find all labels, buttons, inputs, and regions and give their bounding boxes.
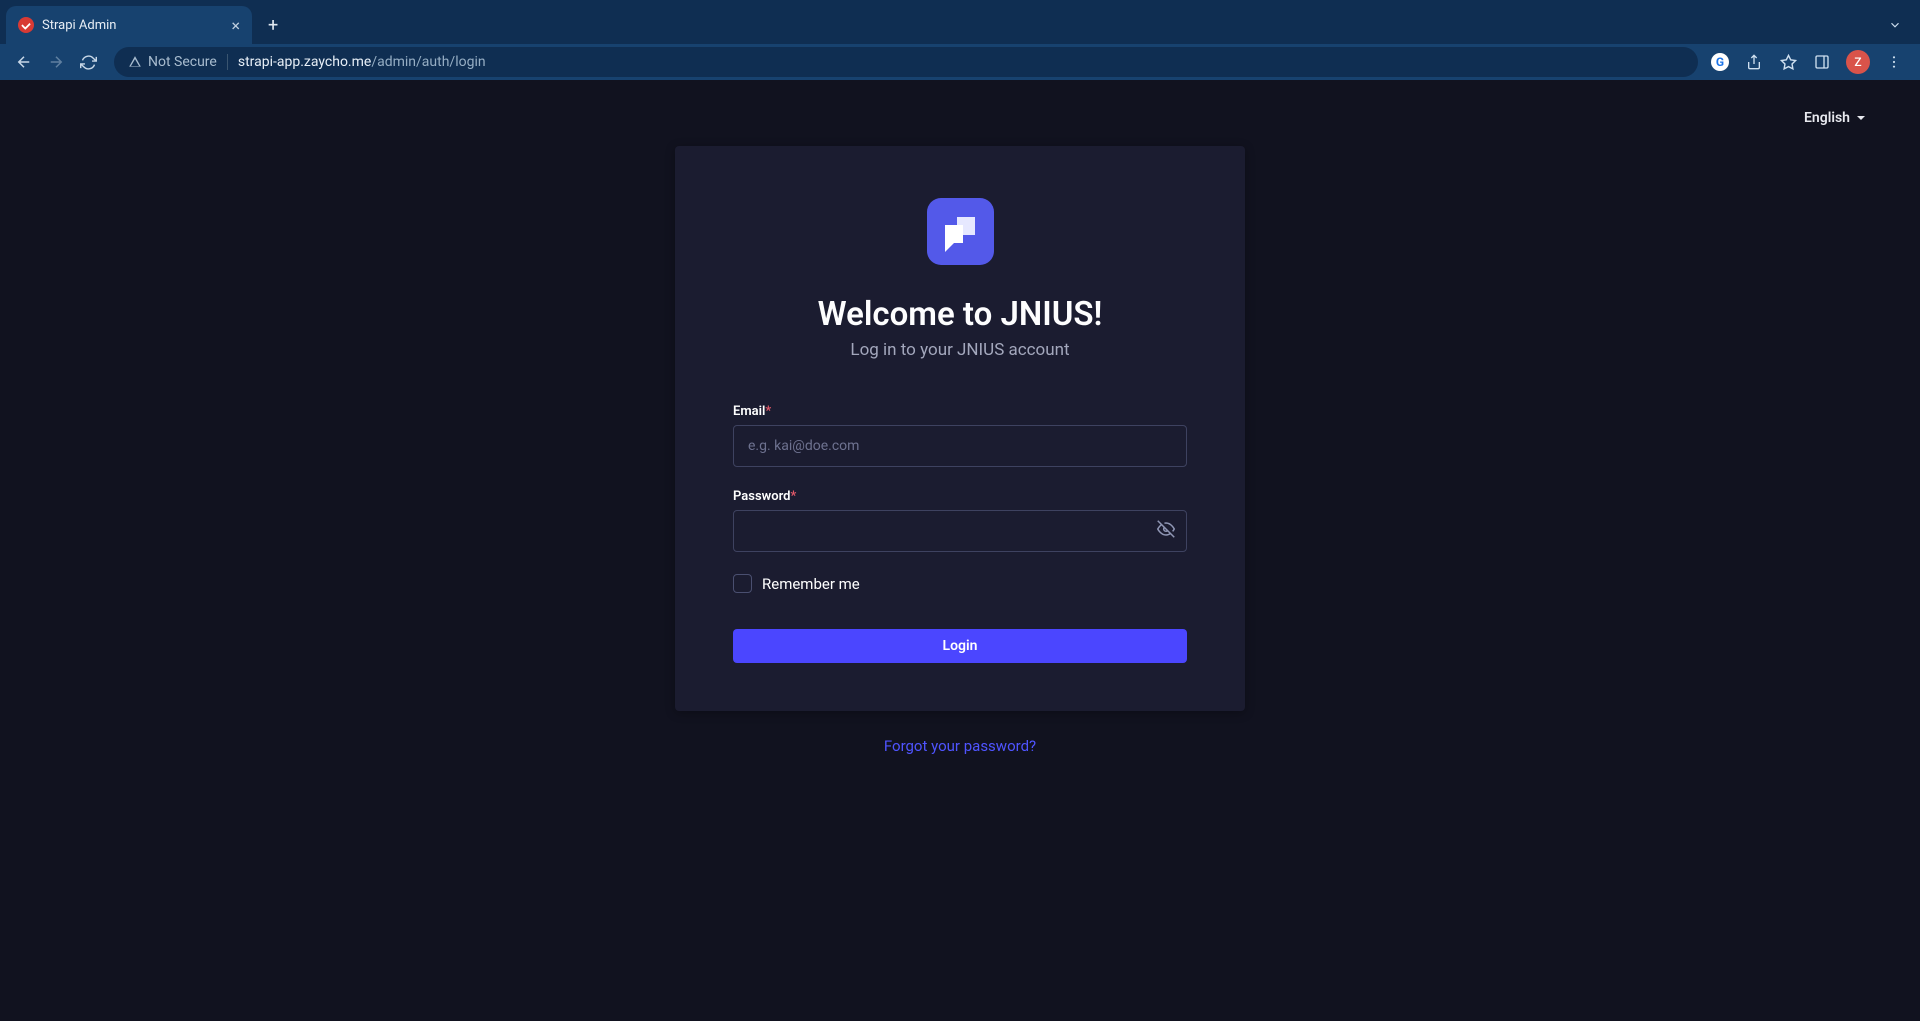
reload-button[interactable] [74, 48, 102, 76]
remember-label: Remember me [762, 575, 860, 593]
email-label: Email* [733, 404, 1187, 419]
close-icon[interactable]: × [231, 16, 240, 35]
new-tab-button[interactable]: + [252, 6, 294, 44]
chevron-down-icon [1856, 113, 1866, 123]
strapi-logo-icon [927, 198, 994, 265]
email-group: Email* [733, 404, 1187, 467]
language-selector[interactable]: English [1804, 110, 1866, 126]
eye-off-icon[interactable] [1157, 520, 1175, 542]
remember-checkbox[interactable] [733, 574, 752, 593]
side-panel-icon[interactable] [1812, 52, 1832, 72]
tab-bar: Strapi Admin × + [0, 0, 1920, 44]
forgot-password-link[interactable]: Forgot your password? [0, 737, 1920, 755]
security-indicator[interactable]: Not Secure [128, 54, 228, 70]
language-label: English [1804, 110, 1850, 126]
app-viewport: English Welcome to JNIUS! Log in to your… [0, 80, 1920, 1021]
address-bar[interactable]: Not Secure strapi-app.zaycho.me/admin/au… [114, 47, 1698, 77]
email-field[interactable] [733, 425, 1187, 467]
password-field[interactable] [733, 510, 1187, 552]
kebab-menu-icon[interactable] [1884, 52, 1904, 72]
google-translate-icon[interactable]: G [1710, 52, 1730, 72]
not-secure-label: Not Secure [148, 54, 217, 70]
back-button[interactable] [10, 48, 38, 76]
password-label: Password* [733, 489, 1187, 504]
extension-icons: G Z [1710, 50, 1904, 74]
page-subtitle: Log in to your JNIUS account [733, 340, 1187, 360]
share-icon[interactable] [1744, 52, 1764, 72]
profile-avatar[interactable]: Z [1846, 50, 1870, 74]
tabs-dropdown-icon[interactable] [1888, 6, 1902, 44]
strapi-favicon-icon [18, 17, 34, 33]
page-title: Welcome to JNIUS! [733, 295, 1187, 334]
forward-button[interactable] [42, 48, 70, 76]
bookmark-star-icon[interactable] [1778, 52, 1798, 72]
warning-icon [128, 55, 142, 69]
login-button[interactable]: Login [733, 629, 1187, 663]
login-card: Welcome to JNIUS! Log in to your JNIUS a… [675, 146, 1245, 711]
browser-chrome: Strapi Admin × + Not Secure strapi-app.z… [0, 0, 1920, 80]
url-text: strapi-app.zaycho.me/admin/auth/login [238, 54, 486, 70]
browser-tab[interactable]: Strapi Admin × [6, 6, 252, 44]
remember-row: Remember me [733, 574, 1187, 593]
tab-title: Strapi Admin [42, 18, 223, 33]
address-bar-row: Not Secure strapi-app.zaycho.me/admin/au… [0, 44, 1920, 80]
password-group: Password* [733, 489, 1187, 552]
